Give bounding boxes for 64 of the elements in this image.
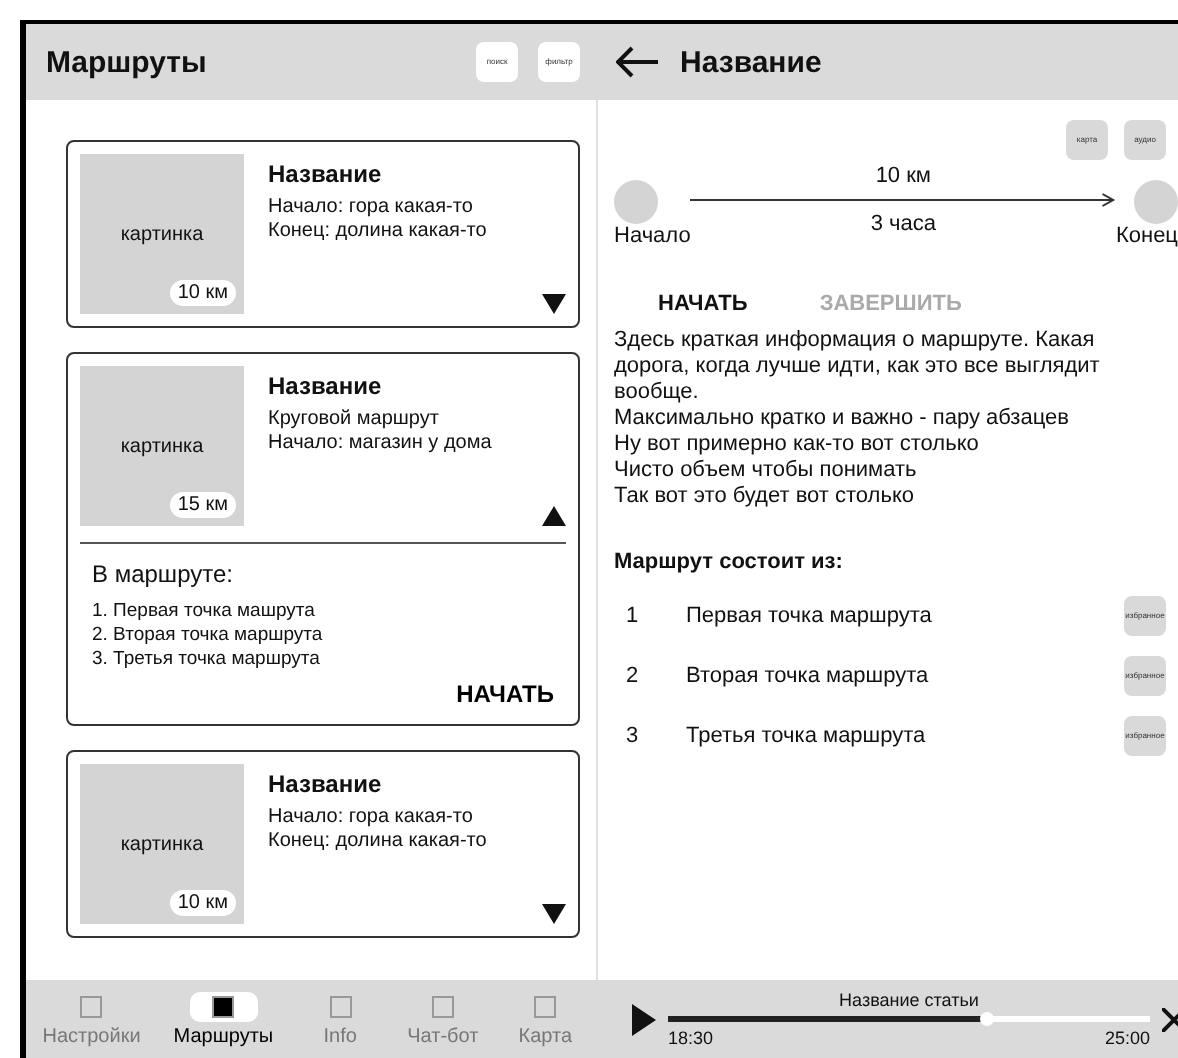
tab-icon [534,995,557,1017]
play-icon[interactable] [632,1003,656,1035]
route-card[interactable]: картинка 10 км Название Начало: гора какая-то Конец: долина какая-то [66,750,580,938]
point-name: Первая точка маршрута [686,604,934,628]
route-distance: 10 км [875,164,931,188]
end-dot [1134,180,1178,224]
screen-title: Название [680,45,824,79]
tab-icon [329,995,352,1017]
action-button[interactable]: НАЧАТЬ [658,292,748,316]
progress-track[interactable] [668,1016,1150,1022]
route-card[interactable]: картинка 10 км Название Начало: гора какая-то Конец: долина какая-то [66,140,580,328]
distance-badge: 10 км [169,890,236,916]
distance-badge: 10 км [169,280,236,306]
details-title: В маршруте: [92,560,235,588]
expand-icon [542,904,566,924]
nav-tab[interactable]: Маршруты [173,991,274,1047]
route-info: Начало: магазин у дома [268,432,494,456]
description-text: Максимально кратко и важно - пару абзацев [614,406,1071,432]
close-icon[interactable] [1162,1007,1178,1031]
elapsed-time: 18:30 [668,1028,714,1048]
route-info: Начало: гора какая-то [268,196,475,220]
description-text: Чисто объем чтобы понимать [614,458,919,484]
distance-badge: 15 км [169,492,236,518]
description-text: Так вот это будет вот столько [614,484,917,510]
route-point: 2. Вторая точка маршрута [92,624,325,648]
tab-icon [212,995,235,1017]
route-point: 1. Первая точка машрута [92,600,317,624]
route-duration: 3 часа [870,212,936,236]
point-name: Вторая точка маршрута [686,664,931,688]
total-time: 25:00 [1104,1028,1150,1048]
tab-icon [80,995,103,1017]
tab-icon [431,995,454,1017]
placeholder-label: картинка [120,223,204,245]
point-name: Третья точка маршрута [686,724,928,748]
points-title: Маршрут состоит из: [614,550,845,574]
route-point: 3. Третья точка маршрута [92,648,322,672]
description-text: Ну вот примерно как-то вот столько [614,432,981,458]
back-icon[interactable] [616,46,660,78]
toggle-button[interactable] [542,506,566,526]
placeholder-label: картинка [120,435,204,457]
route-info: Конец: долина какая-то [268,830,489,854]
route-name: Название [268,770,384,798]
start-dot [614,180,658,224]
route-info: Круговой маршрут [268,408,441,432]
start-button[interactable]: НАЧАТЬ [456,672,554,712]
article-title: Название статьи [839,990,979,1010]
point-number: 1 [624,604,641,628]
route-info: Конец: долина какая-то [268,220,489,244]
point-number: 2 [624,664,641,688]
route-name: Название [268,160,384,188]
screen-title: Маршруты [46,45,209,79]
description-text: Здесь краткая информация о маршруте. Какая дорога, когда лучше идти, как это все выглядит вообще. [614,328,1102,406]
toggle-button[interactable] [542,904,566,924]
progress-thumb[interactable] [980,1012,995,1026]
expand-icon [542,294,566,314]
toggle-button[interactable] [542,294,566,314]
route-name: Название [268,372,384,400]
route-card[interactable]: картинка 15 км Название Круговой маршрут Начало: магазин у дома В маршруте: 1. Первая точка машрута 2. Вторая точка маршрута 3. Третья точка маршрута НАЧАТЬ [66,352,580,726]
start-label: Начало [614,224,691,248]
end-label: Конец [1115,224,1178,248]
route-info: Начало: гора какая-то [268,806,475,830]
collapse-icon [542,506,566,526]
point-number: 3 [624,724,641,748]
placeholder-label: картинка [120,833,204,855]
